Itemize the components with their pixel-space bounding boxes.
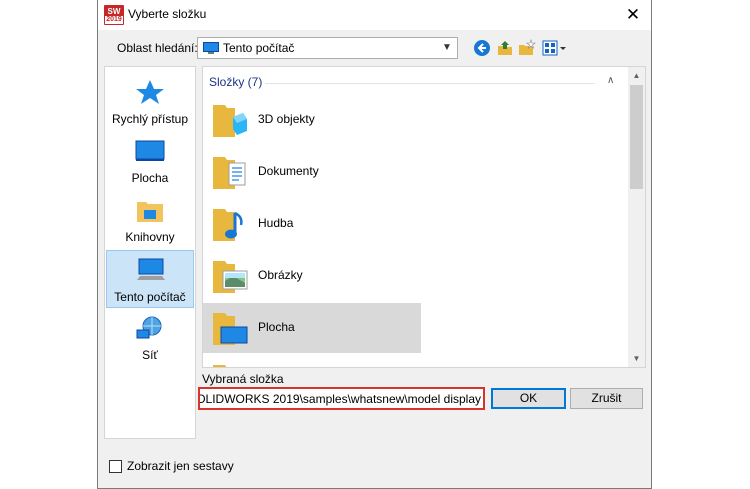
group-divider [265, 83, 595, 84]
close-icon[interactable]: ✕ [615, 0, 651, 30]
scrollbar-thumb[interactable] [630, 85, 643, 189]
title-bar: SW 2019 Vyberte složku ✕ [98, 0, 651, 30]
documents-folder-icon [213, 157, 246, 189]
places-item-label: Rychlý přístup [111, 112, 189, 126]
back-icon[interactable] [473, 39, 491, 57]
places-item-label: Plocha [131, 171, 169, 185]
places-bar: Rychlý přístup Plocha Knihovny Tento poč… [104, 66, 196, 439]
look-in-label: Oblast hledání: [117, 41, 198, 55]
desktop-icon [135, 140, 165, 161]
places-item-label: Knihovny [125, 230, 175, 244]
folder-item-label: Plocha [258, 320, 295, 334]
group-header[interactable]: Složky (7) [209, 75, 262, 89]
folder-item-label: Hudba [258, 216, 294, 230]
solidworks-app-icon: SW 2019 [104, 5, 124, 25]
network-icon [136, 316, 162, 339]
cancel-button[interactable]: Zrušit [570, 388, 643, 409]
scroll-up-icon[interactable]: ▲ [628, 67, 645, 84]
computer-icon [137, 258, 165, 280]
folder-item-3d-objects[interactable]: 3D objekty [203, 95, 421, 145]
pictures-folder-icon [213, 261, 248, 293]
folder-item-label: Dokumenty [258, 164, 319, 178]
folder-list: Složky (7) ∧ 3D objekty Dokumenty Hudba … [202, 66, 646, 368]
3d-objects-folder-icon [213, 105, 247, 137]
folder-item-documents[interactable]: Dokumenty [203, 147, 421, 197]
music-folder-icon [213, 209, 243, 241]
collapse-chevron-icon[interactable]: ∧ [607, 75, 614, 86]
look-in-dropdown[interactable]: Tento počítač ▼ [197, 37, 458, 59]
places-item-desktop[interactable]: Plocha [106, 132, 194, 190]
libraries-icon [137, 202, 163, 222]
places-item-this-pc[interactable]: Tento počítač [106, 250, 194, 308]
folder-item-pictures[interactable]: Obrázky [203, 251, 421, 301]
window-title: Vyberte složku [128, 7, 207, 21]
folder-item-music[interactable]: Hudba [203, 199, 421, 249]
folder-item-label: 3D objekty [258, 112, 315, 126]
scroll-down-icon[interactable]: ▼ [628, 350, 645, 367]
new-folder-icon[interactable] [518, 39, 536, 57]
star-icon [136, 80, 164, 104]
assemblies-only-checkbox[interactable] [109, 460, 122, 473]
places-item-label: Tento počítač [114, 290, 186, 304]
selected-folder-label: Vybraná složka [202, 372, 284, 386]
selected-folder-field[interactable]: KS\SOLIDWORKS 2019\samples\whatsnew\mode… [198, 387, 485, 410]
computer-icon [203, 42, 219, 54]
desktop-folder-icon [213, 313, 248, 345]
folder-icon [213, 365, 227, 367]
select-folder-dialog: SW 2019 Vyberte složku ✕ Oblast hledání: … [97, 0, 652, 489]
places-item-network[interactable]: Síť [106, 309, 194, 367]
view-menu-icon[interactable] [542, 39, 568, 57]
places-item-quick-access[interactable]: Rychlý přístup [106, 73, 194, 131]
places-item-libraries[interactable]: Knihovny [106, 191, 194, 249]
chevron-down-icon[interactable]: ▼ [437, 38, 457, 58]
app-icon-year: 2019 [105, 16, 123, 24]
folder-item-label: Obrázky [258, 268, 303, 282]
assemblies-only-label[interactable]: Zobrazit jen sestavy [127, 459, 234, 473]
folder-item-partial[interactable] [203, 355, 421, 367]
selected-folder-value: KS\SOLIDWORKS 2019\samples\whatsnew\mode… [198, 392, 481, 406]
folder-item-desktop[interactable]: Plocha [203, 303, 421, 353]
ok-button[interactable]: OK [491, 388, 566, 409]
vertical-scrollbar[interactable]: ▲ ▼ [628, 67, 645, 367]
places-item-label: Síť [142, 348, 158, 362]
look-in-value: Tento počítač [223, 41, 295, 55]
up-folder-icon[interactable] [496, 39, 514, 57]
